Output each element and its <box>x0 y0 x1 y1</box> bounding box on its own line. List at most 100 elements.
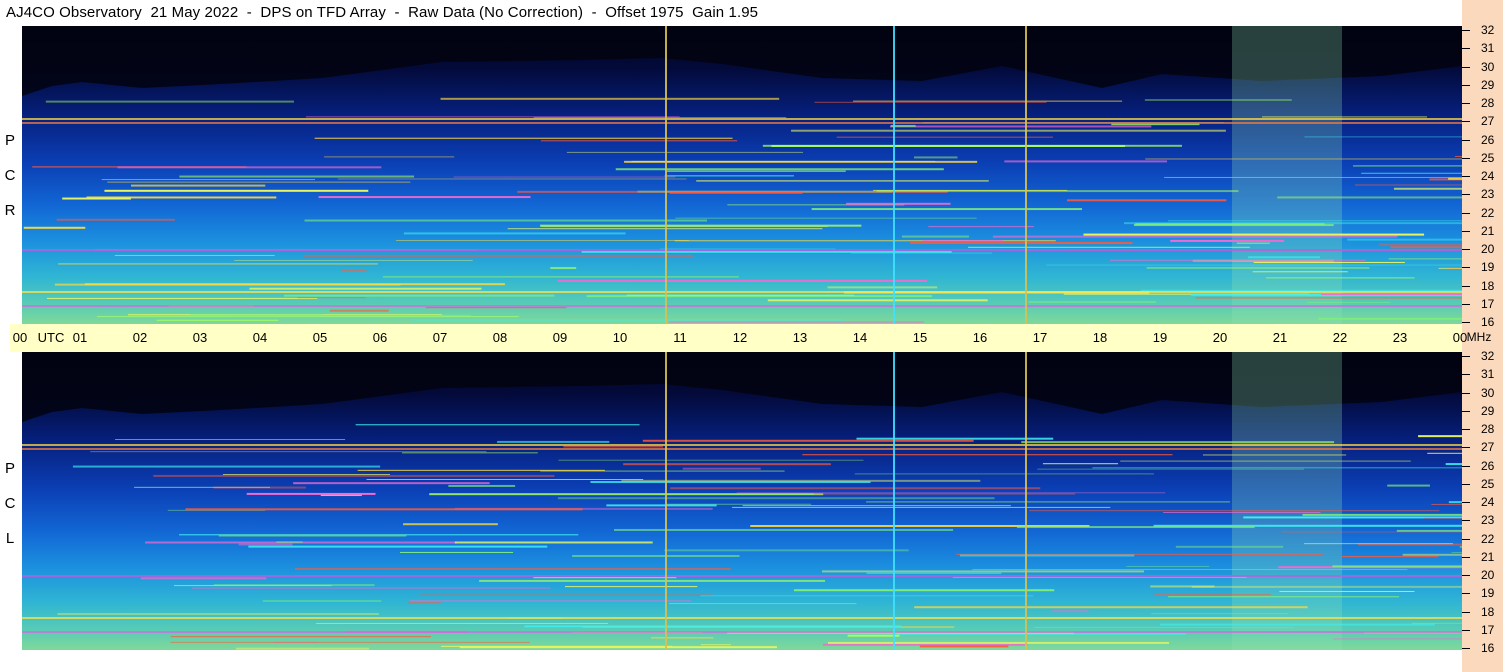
spectrogram-noise-line <box>1004 160 1168 163</box>
spectrogram-noise-line <box>497 440 610 443</box>
spectrogram-noise-line <box>115 439 346 441</box>
spectrogram-noise-line <box>45 100 294 103</box>
rcp-freq-label: 19 <box>1481 260 1495 275</box>
time-axis-label-7: 07 <box>432 330 448 345</box>
spectrogram-noise-line <box>814 101 1047 103</box>
spectrogram-noise-line <box>590 481 871 484</box>
spectrogram-noise-line <box>114 254 275 256</box>
lcp-freq-tick <box>1462 538 1470 540</box>
lcp-freq-label: 31 <box>1481 367 1495 382</box>
lcp-freq-tick <box>1462 374 1470 376</box>
lcp-freq-tick <box>1462 483 1470 485</box>
spectrogram-noise-line <box>524 625 902 628</box>
spectrogram-noise-line <box>850 252 993 254</box>
lcp-freq-tick <box>1462 593 1470 595</box>
spectrogram-noise-line <box>1302 513 1462 516</box>
spectrogram-noise-line <box>222 474 391 476</box>
lcp-freq-label: 30 <box>1481 385 1495 400</box>
rcp-label-c: C <box>4 167 16 184</box>
spectrogram-noise-line <box>928 226 1034 228</box>
spectrogram-noise-line <box>1277 196 1462 199</box>
spectrogram-noise-line <box>700 595 1034 597</box>
spectrogram-noise-line <box>1427 452 1462 454</box>
spectrogram-noise-line <box>866 501 1230 503</box>
spectrogram-noise-line <box>1164 176 1462 178</box>
spectrogram-noise-line <box>1390 246 1462 249</box>
spectrogram-noise-line <box>1195 297 1462 299</box>
spectrogram-noise-line <box>910 242 1133 245</box>
spectrogram-noise-line <box>403 523 498 526</box>
rcp-freq-label: 26 <box>1481 132 1495 147</box>
spectrogram-noise-line <box>1393 187 1462 190</box>
spectrogram-noise-line <box>276 541 303 543</box>
lcp-freq-label: 25 <box>1481 476 1495 491</box>
time-axis-label-1: 01 <box>72 330 88 345</box>
spectrogram-noise-line <box>382 276 739 278</box>
rcp-freq-tick <box>1462 249 1470 250</box>
spectrogram-noise-line <box>232 314 472 316</box>
title-bar: AJ4CO Observatory 21 May 2022 - DPS on T… <box>0 0 1462 26</box>
page-title: AJ4CO Observatory 21 May 2022 - DPS on T… <box>6 4 759 21</box>
spectrogram-noise-line <box>366 479 644 481</box>
spectrogram-noise-line <box>249 287 482 290</box>
spectrogram-band <box>22 631 1462 633</box>
rcp-freq-label: 31 <box>1481 41 1495 56</box>
spectrogram-noise-line <box>90 451 487 453</box>
spectrogram-noise-line <box>400 551 514 553</box>
spectrogram-noise-line <box>453 176 676 178</box>
spectrogram-noise-line <box>606 504 717 507</box>
spectrogram-band <box>22 448 1462 450</box>
spectrogram-noise-line <box>337 178 687 180</box>
spectrogram-noise-line <box>1354 184 1462 186</box>
spectrogram-noise-line <box>1029 510 1440 512</box>
spectrogram-noise-line <box>507 228 823 230</box>
spectrogram-noise-line <box>666 170 846 172</box>
spectrogram-noise-line <box>1120 460 1411 462</box>
rcp-freq-label: 17 <box>1481 296 1495 311</box>
lcp-freq-label: 22 <box>1481 531 1495 546</box>
spectrogram-noise-line <box>972 569 1408 571</box>
spectrogram-noise-line <box>1236 242 1270 244</box>
lcp-freq-tick <box>1462 447 1470 449</box>
spectrogram-noise-line <box>565 586 698 588</box>
spectrogram-noise-line <box>153 474 555 477</box>
spectrogram-noise-line <box>901 235 970 238</box>
lcp-freq-label: 18 <box>1481 604 1495 619</box>
rcp-freq-tick <box>1462 303 1470 305</box>
spectrogram-noise-line <box>1279 590 1415 592</box>
spectrogram-noise-line <box>104 189 369 192</box>
spectrogram-noise-line <box>1253 261 1405 263</box>
rcp-freq-tick <box>1462 176 1470 177</box>
rcp-freq-tick <box>1462 139 1470 141</box>
spectrogram-noise-line <box>454 541 653 544</box>
rcp-freq-label: 21 <box>1481 223 1495 238</box>
spectrogram-noise-line <box>56 218 175 221</box>
spectrogram-noise-line <box>410 319 844 321</box>
spectrogram-noise-line <box>1191 585 1462 588</box>
time-axis-label-2: 02 <box>132 330 148 345</box>
spectrogram-noise-line <box>315 622 609 624</box>
spectrogram-noise-line <box>1092 467 1462 469</box>
spectrogram-noise-line <box>1144 99 1292 101</box>
lcp-freq-tick <box>1462 465 1470 467</box>
rcp-spectrogram-svg <box>22 26 1462 324</box>
spectrogram-noise-line <box>213 584 375 587</box>
rcp-spectrogram <box>22 26 1462 324</box>
spectrogram-noise-line <box>828 641 1170 644</box>
time-axis-label-20: 20 <box>1212 330 1228 345</box>
spectrogram-noise-line <box>395 239 689 241</box>
spectrogram-noise-line <box>811 208 1082 211</box>
rcp-freq-label: 27 <box>1481 114 1495 129</box>
spectrogram-noise-line <box>117 166 382 169</box>
spectrogram-noise-line <box>409 599 692 602</box>
spectrogram-noise-line <box>1266 277 1415 279</box>
rcp-freq-label: 16 <box>1481 315 1495 329</box>
spectrogram-noise-line <box>1109 259 1366 261</box>
spectrogram-noise-line <box>357 469 605 471</box>
spectrogram-noise-line <box>540 224 862 227</box>
spectrogram-noise-line <box>533 577 677 579</box>
spectrogram-vertical-line <box>665 352 667 650</box>
spectrogram-noise-line <box>557 279 927 282</box>
spectrogram-noise-line <box>664 549 909 552</box>
spectrogram-noise-line <box>1160 623 1435 626</box>
